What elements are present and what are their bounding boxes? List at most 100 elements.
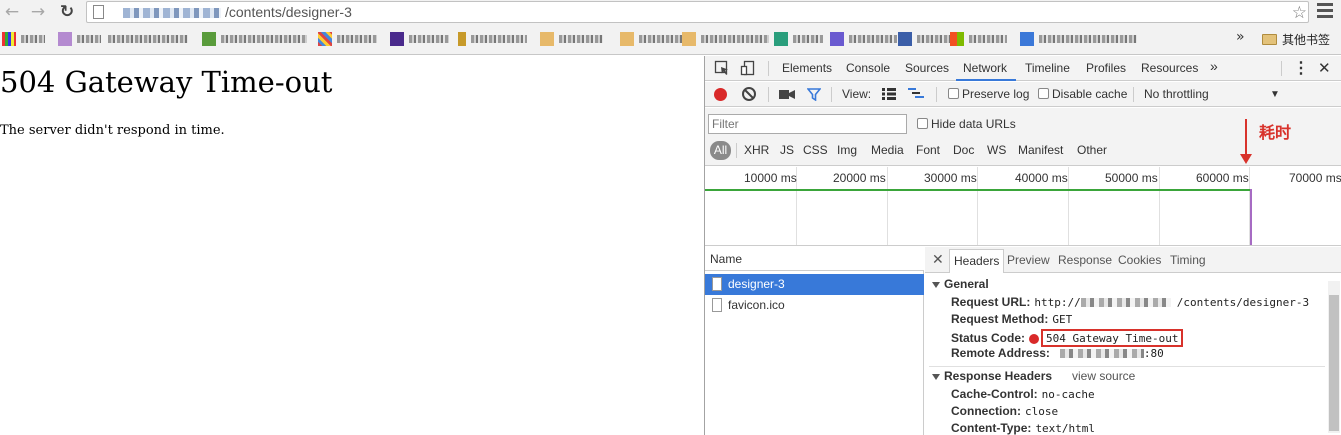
- tab-sources[interactable]: Sources: [905, 61, 949, 75]
- filter-type-font[interactable]: Font: [916, 143, 940, 157]
- tab-network[interactable]: Network: [963, 61, 1007, 75]
- devtools-menu-icon[interactable]: ⋮: [1293, 58, 1309, 78]
- page-title: 504 Gateway Time-out: [0, 65, 333, 99]
- hide-data-urls-checkbox[interactable]: [917, 118, 928, 129]
- response-headers-title: Response Headers: [944, 369, 1053, 383]
- bookmark-item[interactable]: [390, 32, 449, 46]
- document-icon: [712, 277, 722, 291]
- close-devtools-icon[interactable]: ✕: [1318, 59, 1331, 77]
- timeline-tick-label: 60000 ms: [1196, 171, 1249, 185]
- network-overview-timeline[interactable]: 10000 ms 20000 ms 30000 ms 40000 ms 5000…: [705, 167, 1341, 246]
- bookmark-item[interactable]: [108, 32, 188, 46]
- view-label: View:: [842, 87, 872, 101]
- timeline-tick-label: 20000 ms: [833, 171, 886, 185]
- status-code-value: 504 Gateway Time-out: [1046, 332, 1179, 345]
- bookmark-item[interactable]: [202, 32, 307, 46]
- bookmark-item[interactable]: [830, 32, 897, 46]
- bookmark-item[interactable]: [318, 32, 377, 46]
- other-bookmarks-label: 其他书签: [1282, 33, 1331, 47]
- tab-console[interactable]: Console: [846, 61, 890, 75]
- filter-type-ws[interactable]: WS: [987, 143, 1006, 157]
- view-source-link[interactable]: view source: [1072, 369, 1135, 383]
- hide-data-urls-label: Hide data URLs: [931, 117, 1016, 131]
- remote-address-label: Remote Address:: [951, 346, 1050, 360]
- disable-cache-checkbox[interactable]: [1038, 88, 1049, 99]
- name-header-label: Name: [710, 252, 743, 266]
- header-value: no-cache: [1041, 388, 1095, 401]
- filter-type-js[interactable]: JS: [780, 143, 794, 157]
- tab-response[interactable]: Response: [1058, 253, 1112, 267]
- tab-resources[interactable]: Resources: [1141, 61, 1198, 75]
- preserve-log-label: Preserve log: [962, 87, 1030, 101]
- status-error-icon: [1029, 333, 1040, 344]
- address-bar[interactable]: /contents/designer-3: [86, 1, 1309, 23]
- filter-type-manifest[interactable]: Manifest: [1018, 143, 1063, 157]
- filter-icon[interactable]: [807, 88, 821, 101]
- tab-cookies[interactable]: Cookies: [1118, 253, 1161, 267]
- tab-timing[interactable]: Timing: [1170, 253, 1206, 267]
- overview-icon[interactable]: [908, 88, 924, 100]
- bookmark-item[interactable]: [2, 32, 45, 46]
- other-bookmarks[interactable]: 其他书签: [1262, 31, 1330, 48]
- reload-icon[interactable]: ↻: [56, 2, 78, 22]
- general-section-header[interactable]: General: [932, 277, 989, 291]
- bookmark-item[interactable]: [58, 32, 101, 46]
- bookmark-item[interactable]: [1020, 32, 1137, 46]
- filter-type-all[interactable]: All: [710, 141, 731, 160]
- filter-type-xhr[interactable]: XHR: [744, 143, 769, 157]
- back-arrow-icon[interactable]: ←: [1, 2, 23, 22]
- inspect-element-icon[interactable]: [714, 60, 730, 76]
- hamburger-menu-icon[interactable]: [1317, 3, 1333, 19]
- star-icon[interactable]: ☆: [1292, 3, 1307, 23]
- filter-type-media[interactable]: Media: [871, 143, 904, 157]
- tab-preview[interactable]: Preview: [1007, 253, 1050, 267]
- request-row-favicon[interactable]: favicon.ico: [705, 295, 924, 316]
- name-column-header[interactable]: Name: [705, 247, 924, 271]
- filter-input[interactable]: [708, 114, 907, 134]
- tab-timeline[interactable]: Timeline: [1025, 61, 1070, 75]
- document-icon: [712, 298, 722, 312]
- annotation-arrowhead: [1240, 154, 1252, 164]
- more-tabs-icon[interactable]: »: [1210, 58, 1218, 74]
- device-mode-icon[interactable]: [740, 60, 756, 76]
- filter-type-css[interactable]: CSS: [803, 143, 828, 157]
- preserve-log-checkbox[interactable]: [948, 88, 959, 99]
- bookmark-item[interactable]: [620, 32, 683, 46]
- timeline-tick-label: 10000 ms: [744, 171, 797, 185]
- close-icon[interactable]: ✕: [932, 251, 944, 268]
- detail-scrollbar[interactable]: [1328, 281, 1340, 433]
- bookmark-item[interactable]: [540, 32, 603, 46]
- request-row-designer-3[interactable]: designer-3: [705, 274, 924, 295]
- tab-profiles[interactable]: Profiles: [1086, 61, 1126, 75]
- capture-screenshots-icon[interactable]: [779, 88, 795, 101]
- forward-arrow-icon[interactable]: →: [27, 2, 49, 22]
- bookmarks-bar: » 其他书签: [0, 27, 1341, 53]
- bookmark-item[interactable]: [682, 32, 769, 46]
- tab-elements[interactable]: Elements: [782, 61, 832, 75]
- folder-icon: [1262, 34, 1277, 45]
- throttling-select[interactable]: No throttling: [1144, 87, 1209, 101]
- general-title: General: [944, 277, 989, 291]
- url-path: /contents/designer-3: [225, 4, 352, 20]
- tab-headers[interactable]: Headers: [949, 249, 1005, 273]
- clear-icon[interactable]: [742, 87, 756, 101]
- large-rows-icon[interactable]: [882, 88, 896, 100]
- response-headers-section-header[interactable]: Response Headers: [932, 369, 1052, 383]
- bookmark-item[interactable]: [774, 32, 823, 46]
- filter-type-img[interactable]: Img: [837, 143, 857, 157]
- bookmark-item[interactable]: [950, 32, 1007, 46]
- record-icon[interactable]: [714, 88, 727, 101]
- scrollbar-thumb[interactable]: [1329, 295, 1339, 431]
- filter-type-other[interactable]: Other: [1077, 143, 1107, 157]
- request-method-value: GET: [1052, 313, 1073, 326]
- bookmark-item[interactable]: [898, 32, 951, 46]
- bookmark-item[interactable]: [458, 32, 527, 46]
- timeline-request-bar: [705, 189, 1251, 191]
- chevron-down-icon[interactable]: ▼: [1270, 89, 1280, 100]
- status-code-label: Status Code:: [951, 331, 1026, 345]
- request-url-row: Request URL: http:// /contents/designer-3: [951, 295, 1309, 309]
- bookmarks-more-icon[interactable]: »: [1236, 29, 1245, 45]
- status-highlight-box: 504 Gateway Time-out: [1041, 329, 1184, 347]
- triangle-down-icon: [932, 373, 940, 380]
- filter-type-doc[interactable]: Doc: [953, 143, 974, 157]
